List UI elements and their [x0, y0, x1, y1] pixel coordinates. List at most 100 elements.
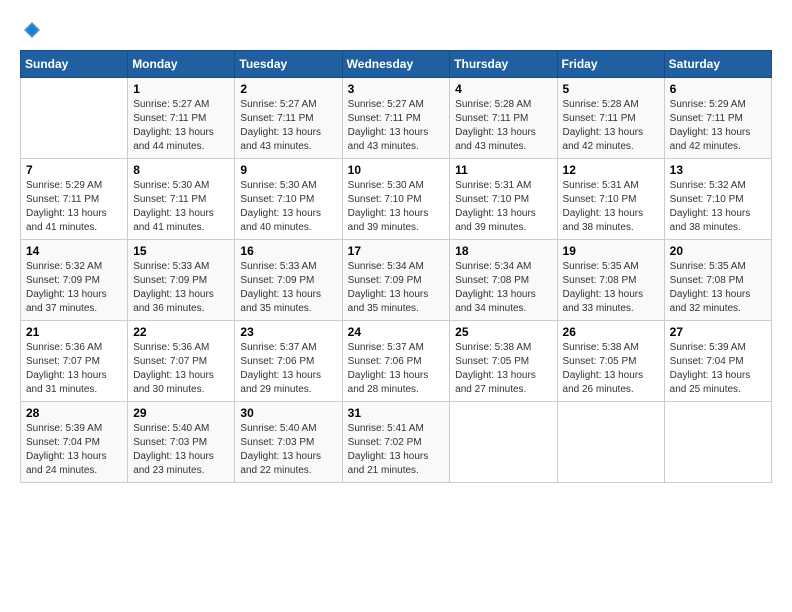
day-info: Sunrise: 5:35 AMSunset: 7:08 PMDaylight:…: [670, 260, 766, 316]
calendar-week-row: 14 Sunrise: 5:32 AMSunset: 7:09 PMDaylig…: [21, 240, 772, 321]
day-number: 1: [133, 82, 229, 96]
column-header-tuesday: Tuesday: [235, 51, 342, 78]
day-number: 24: [348, 325, 445, 339]
day-number: 15: [133, 244, 229, 258]
day-number: 8: [133, 163, 229, 177]
calendar-cell: 7 Sunrise: 5:29 AMSunset: 7:11 PMDayligh…: [21, 159, 128, 240]
calendar-cell: 13 Sunrise: 5:32 AMSunset: 7:10 PMDaylig…: [664, 159, 771, 240]
day-number: 18: [455, 244, 551, 258]
calendar-cell: [21, 78, 128, 159]
day-info: Sunrise: 5:31 AMSunset: 7:10 PMDaylight:…: [455, 179, 551, 235]
calendar-cell: 20 Sunrise: 5:35 AMSunset: 7:08 PMDaylig…: [664, 240, 771, 321]
day-number: 20: [670, 244, 766, 258]
calendar-cell: 31 Sunrise: 5:41 AMSunset: 7:02 PMDaylig…: [342, 402, 450, 483]
day-info: Sunrise: 5:39 AMSunset: 7:04 PMDaylight:…: [670, 341, 766, 397]
logo: [20, 20, 42, 40]
calendar-cell: 15 Sunrise: 5:33 AMSunset: 7:09 PMDaylig…: [128, 240, 235, 321]
column-header-sunday: Sunday: [21, 51, 128, 78]
calendar-cell: 11 Sunrise: 5:31 AMSunset: 7:10 PMDaylig…: [450, 159, 557, 240]
day-info: Sunrise: 5:37 AMSunset: 7:06 PMDaylight:…: [348, 341, 445, 397]
day-info: Sunrise: 5:35 AMSunset: 7:08 PMDaylight:…: [563, 260, 659, 316]
calendar-week-row: 21 Sunrise: 5:36 AMSunset: 7:07 PMDaylig…: [21, 321, 772, 402]
day-number: 22: [133, 325, 229, 339]
calendar-cell: 3 Sunrise: 5:27 AMSunset: 7:11 PMDayligh…: [342, 78, 450, 159]
day-number: 28: [26, 406, 122, 420]
logo-icon: [22, 20, 42, 40]
calendar-cell: 12 Sunrise: 5:31 AMSunset: 7:10 PMDaylig…: [557, 159, 664, 240]
calendar-week-row: 1 Sunrise: 5:27 AMSunset: 7:11 PMDayligh…: [21, 78, 772, 159]
calendar-cell: 27 Sunrise: 5:39 AMSunset: 7:04 PMDaylig…: [664, 321, 771, 402]
day-info: Sunrise: 5:32 AMSunset: 7:09 PMDaylight:…: [26, 260, 122, 316]
day-number: 2: [240, 82, 336, 96]
day-info: Sunrise: 5:31 AMSunset: 7:10 PMDaylight:…: [563, 179, 659, 235]
day-info: Sunrise: 5:40 AMSunset: 7:03 PMDaylight:…: [133, 422, 229, 478]
calendar-cell: 8 Sunrise: 5:30 AMSunset: 7:11 PMDayligh…: [128, 159, 235, 240]
calendar-cell: 28 Sunrise: 5:39 AMSunset: 7:04 PMDaylig…: [21, 402, 128, 483]
day-info: Sunrise: 5:37 AMSunset: 7:06 PMDaylight:…: [240, 341, 336, 397]
calendar-cell: 24 Sunrise: 5:37 AMSunset: 7:06 PMDaylig…: [342, 321, 450, 402]
calendar-cell: 17 Sunrise: 5:34 AMSunset: 7:09 PMDaylig…: [342, 240, 450, 321]
calendar-header-row: SundayMondayTuesdayWednesdayThursdayFrid…: [21, 51, 772, 78]
day-info: Sunrise: 5:30 AMSunset: 7:10 PMDaylight:…: [348, 179, 445, 235]
day-number: 12: [563, 163, 659, 177]
day-info: Sunrise: 5:38 AMSunset: 7:05 PMDaylight:…: [563, 341, 659, 397]
day-info: Sunrise: 5:32 AMSunset: 7:10 PMDaylight:…: [670, 179, 766, 235]
day-info: Sunrise: 5:41 AMSunset: 7:02 PMDaylight:…: [348, 422, 445, 478]
calendar-cell: [450, 402, 557, 483]
calendar-table: SundayMondayTuesdayWednesdayThursdayFrid…: [20, 50, 772, 483]
day-number: 25: [455, 325, 551, 339]
day-number: 27: [670, 325, 766, 339]
calendar-cell: 30 Sunrise: 5:40 AMSunset: 7:03 PMDaylig…: [235, 402, 342, 483]
day-info: Sunrise: 5:28 AMSunset: 7:11 PMDaylight:…: [455, 98, 551, 154]
day-info: Sunrise: 5:27 AMSunset: 7:11 PMDaylight:…: [240, 98, 336, 154]
column-header-friday: Friday: [557, 51, 664, 78]
day-info: Sunrise: 5:36 AMSunset: 7:07 PMDaylight:…: [26, 341, 122, 397]
calendar-cell: 23 Sunrise: 5:37 AMSunset: 7:06 PMDaylig…: [235, 321, 342, 402]
day-number: 29: [133, 406, 229, 420]
page-header: [20, 20, 772, 40]
day-info: Sunrise: 5:34 AMSunset: 7:08 PMDaylight:…: [455, 260, 551, 316]
day-info: Sunrise: 5:33 AMSunset: 7:09 PMDaylight:…: [133, 260, 229, 316]
day-number: 9: [240, 163, 336, 177]
calendar-cell: 16 Sunrise: 5:33 AMSunset: 7:09 PMDaylig…: [235, 240, 342, 321]
calendar-cell: 5 Sunrise: 5:28 AMSunset: 7:11 PMDayligh…: [557, 78, 664, 159]
day-number: 7: [26, 163, 122, 177]
day-info: Sunrise: 5:36 AMSunset: 7:07 PMDaylight:…: [133, 341, 229, 397]
day-number: 26: [563, 325, 659, 339]
day-number: 19: [563, 244, 659, 258]
calendar-cell: 4 Sunrise: 5:28 AMSunset: 7:11 PMDayligh…: [450, 78, 557, 159]
calendar-cell: 21 Sunrise: 5:36 AMSunset: 7:07 PMDaylig…: [21, 321, 128, 402]
calendar-cell: 19 Sunrise: 5:35 AMSunset: 7:08 PMDaylig…: [557, 240, 664, 321]
day-number: 17: [348, 244, 445, 258]
day-info: Sunrise: 5:40 AMSunset: 7:03 PMDaylight:…: [240, 422, 336, 478]
day-number: 14: [26, 244, 122, 258]
calendar-cell: 25 Sunrise: 5:38 AMSunset: 7:05 PMDaylig…: [450, 321, 557, 402]
day-info: Sunrise: 5:28 AMSunset: 7:11 PMDaylight:…: [563, 98, 659, 154]
day-info: Sunrise: 5:33 AMSunset: 7:09 PMDaylight:…: [240, 260, 336, 316]
day-info: Sunrise: 5:30 AMSunset: 7:11 PMDaylight:…: [133, 179, 229, 235]
calendar-cell: 2 Sunrise: 5:27 AMSunset: 7:11 PMDayligh…: [235, 78, 342, 159]
calendar-cell: 10 Sunrise: 5:30 AMSunset: 7:10 PMDaylig…: [342, 159, 450, 240]
day-number: 31: [348, 406, 445, 420]
column-header-monday: Monday: [128, 51, 235, 78]
day-number: 13: [670, 163, 766, 177]
column-header-wednesday: Wednesday: [342, 51, 450, 78]
day-number: 10: [348, 163, 445, 177]
calendar-cell: [557, 402, 664, 483]
day-info: Sunrise: 5:27 AMSunset: 7:11 PMDaylight:…: [348, 98, 445, 154]
calendar-cell: 26 Sunrise: 5:38 AMSunset: 7:05 PMDaylig…: [557, 321, 664, 402]
day-info: Sunrise: 5:38 AMSunset: 7:05 PMDaylight:…: [455, 341, 551, 397]
day-number: 4: [455, 82, 551, 96]
day-number: 11: [455, 163, 551, 177]
day-number: 16: [240, 244, 336, 258]
calendar-cell: 29 Sunrise: 5:40 AMSunset: 7:03 PMDaylig…: [128, 402, 235, 483]
calendar-cell: 6 Sunrise: 5:29 AMSunset: 7:11 PMDayligh…: [664, 78, 771, 159]
day-number: 21: [26, 325, 122, 339]
calendar-cell: 18 Sunrise: 5:34 AMSunset: 7:08 PMDaylig…: [450, 240, 557, 321]
column-header-saturday: Saturday: [664, 51, 771, 78]
day-info: Sunrise: 5:27 AMSunset: 7:11 PMDaylight:…: [133, 98, 229, 154]
day-info: Sunrise: 5:29 AMSunset: 7:11 PMDaylight:…: [670, 98, 766, 154]
calendar-week-row: 7 Sunrise: 5:29 AMSunset: 7:11 PMDayligh…: [21, 159, 772, 240]
day-info: Sunrise: 5:30 AMSunset: 7:10 PMDaylight:…: [240, 179, 336, 235]
calendar-cell: 22 Sunrise: 5:36 AMSunset: 7:07 PMDaylig…: [128, 321, 235, 402]
